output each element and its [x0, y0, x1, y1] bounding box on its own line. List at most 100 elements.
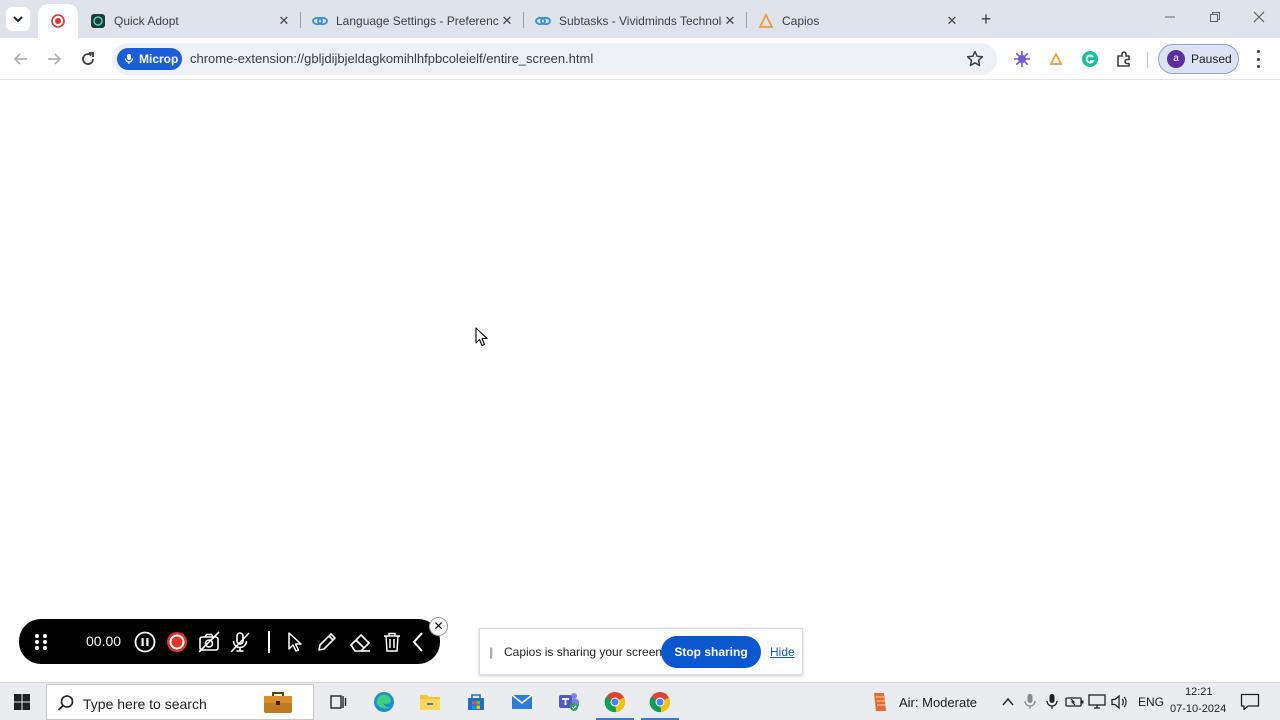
profile-status-label: Paused: [1191, 52, 1232, 66]
taskbar-file-explorer[interactable]: [418, 690, 442, 714]
extensions-menu-button[interactable]: [1115, 50, 1133, 68]
tab-title: Subtasks - Vividminds Technologies: [559, 14, 722, 28]
browser-toolbar: Microp chrome-extension://gbljdijbjeldag…: [0, 38, 1280, 80]
drag-handle-icon[interactable]: ||: [489, 645, 493, 659]
microphone-icon: [124, 54, 134, 64]
stop-recording-button[interactable]: [165, 630, 189, 654]
pen-tool-button[interactable]: [315, 630, 339, 654]
close-window-button[interactable]: [1249, 8, 1269, 28]
tab-title: Quick Adopt: [114, 14, 179, 28]
eraser-icon: [350, 634, 370, 652]
task-view-button[interactable]: [326, 690, 350, 714]
microphone-off-icon: [230, 632, 250, 653]
reload-button[interactable]: [77, 48, 99, 70]
taskbar-edge[interactable]: [372, 690, 396, 714]
toolbar-divider: [1147, 52, 1148, 68]
microphone-icon: [1024, 694, 1036, 709]
address-bar[interactable]: Microp chrome-extension://gbljdijbjeldag…: [112, 43, 997, 75]
taskbar-mail[interactable]: [510, 690, 534, 714]
clock-time[interactable]: 12:21: [1185, 686, 1213, 698]
notification-icon: [1240, 693, 1260, 711]
profile-button[interactable]: a Paused: [1158, 44, 1239, 74]
clear-drawings-button[interactable]: [380, 630, 404, 654]
page-content: [0, 81, 1280, 681]
capios-icon: [758, 13, 774, 29]
menu-dot: [1256, 50, 1260, 53]
network-icon: [1088, 694, 1106, 709]
pause-button[interactable]: [133, 630, 157, 654]
avatar: a: [1167, 50, 1185, 68]
screen-sharing-bar: || Capios is sharing your screen. Stop s…: [479, 628, 803, 675]
mouse-cursor-icon: [475, 327, 488, 347]
menu-dot: [1256, 65, 1260, 68]
eraser-tool-button[interactable]: [348, 630, 372, 654]
tab-recording[interactable]: [38, 4, 78, 38]
show-hidden-icons-button[interactable]: [996, 690, 1020, 714]
input-language-indicator[interactable]: ENG: [1138, 695, 1164, 709]
microphone-tray-icon-button[interactable]: [1018, 690, 1042, 714]
pointer-tool-button[interactable]: [283, 630, 307, 654]
edge-icon: [374, 692, 394, 712]
reload-icon: [82, 52, 94, 65]
recorder-divider: [268, 631, 270, 653]
weather-text[interactable]: Air: Moderate: [899, 695, 977, 710]
more-menu-button[interactable]: [1250, 50, 1266, 68]
teams-icon: [559, 693, 579, 711]
cursor-arrow-icon: [288, 632, 302, 652]
close-icon[interactable]: ✕: [276, 13, 292, 29]
close-icon: [1253, 11, 1265, 23]
collapse-toolbar-button[interactable]: [406, 630, 430, 654]
tab-capios[interactable]: Capios ✕: [746, 4, 968, 38]
minimize-button[interactable]: [1160, 8, 1180, 28]
recorder-close-button[interactable]: ✕: [429, 617, 448, 636]
sparkle-extension-icon: [1014, 51, 1030, 67]
microphone-in-use-button[interactable]: [1040, 690, 1064, 714]
tab-quick-adopt[interactable]: Quick Adopt ✕: [78, 4, 300, 38]
restore-icon: [1210, 12, 1220, 22]
battery-button[interactable]: [1063, 690, 1087, 714]
stop-sharing-button[interactable]: Stop sharing: [661, 636, 761, 668]
forward-button[interactable]: [43, 48, 65, 70]
notifications-button[interactable]: [1238, 690, 1262, 714]
windows-logo-icon: [14, 694, 30, 710]
recorder-toolbar: 00.00: [19, 619, 440, 664]
clock-date[interactable]: 07-10-2024: [1170, 703, 1226, 715]
link-icon: [312, 13, 328, 29]
new-tab-button[interactable]: +: [976, 9, 996, 29]
start-button[interactable]: [10, 690, 34, 714]
folder-icon: [420, 695, 440, 710]
taskbar-chrome-active[interactable]: [648, 690, 672, 714]
extension-button[interactable]: [1013, 50, 1031, 68]
microphone-chip-label: Microp: [139, 52, 179, 66]
microphone-toggle-button[interactable]: [228, 630, 252, 654]
back-button[interactable]: [10, 48, 32, 70]
close-icon[interactable]: ✕: [722, 13, 738, 29]
taskbar-chrome[interactable]: [603, 690, 627, 714]
extension-button[interactable]: [1081, 50, 1099, 68]
hide-link[interactable]: Hide: [770, 645, 795, 659]
volume-button[interactable]: [1107, 690, 1131, 714]
network-button[interactable]: [1085, 690, 1109, 714]
camera-toggle-button[interactable]: [197, 630, 221, 654]
close-icon[interactable]: ✕: [499, 13, 515, 29]
store-icon: [468, 694, 484, 710]
taskbar-teams[interactable]: [557, 690, 581, 714]
taskbar-search-box[interactable]: Type here to search: [46, 684, 314, 720]
microphone-icon: [1046, 694, 1058, 709]
bookmark-button[interactable]: [965, 49, 985, 69]
taskbar-store[interactable]: [464, 690, 488, 714]
tab-subtasks[interactable]: Subtasks - Vividminds Technologies ✕: [523, 4, 746, 38]
speaker-icon: [1111, 694, 1127, 710]
arrow-right-icon: [48, 53, 62, 65]
microphone-indicator-chip[interactable]: Microp: [117, 48, 182, 70]
extension-button[interactable]: [1047, 50, 1065, 68]
tab-search-button[interactable]: [6, 7, 30, 31]
weather-widget[interactable]: [868, 690, 892, 714]
drag-handle[interactable]: [29, 630, 53, 654]
close-icon[interactable]: ✕: [944, 13, 960, 29]
restore-button[interactable]: [1205, 8, 1225, 28]
tab-language-settings[interactable]: Language Settings - Preferences ✕: [300, 4, 523, 38]
tab-title: Language Settings - Preferences: [336, 14, 499, 28]
record-icon: [50, 13, 66, 29]
trash-icon: [384, 632, 400, 652]
